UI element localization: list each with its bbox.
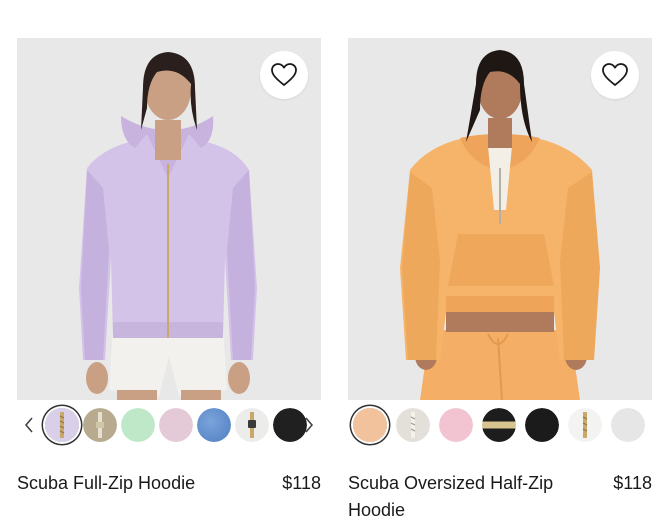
swatch-fill <box>525 408 559 442</box>
wishlist-button[interactable] <box>591 51 639 99</box>
swatch-sand-zip[interactable] <box>83 408 117 442</box>
color-swatch-carousel <box>17 406 321 446</box>
swatch-bone-zip[interactable] <box>396 408 430 442</box>
swatch-prev-button[interactable] <box>21 412 37 438</box>
swatch-white-zip[interactable] <box>235 408 269 442</box>
swatch-fill <box>121 408 155 442</box>
zipper-pattern-icon <box>410 412 416 438</box>
swatch-fill <box>482 408 516 442</box>
swatch-white-zip[interactable] <box>568 408 602 442</box>
swatch-black[interactable] <box>525 408 559 442</box>
product-title[interactable]: Scuba Full-Zip Hoodie <box>17 470 257 497</box>
zipper-pattern-icon <box>248 412 256 438</box>
swatch-fill <box>159 408 193 442</box>
product-title[interactable]: Scuba Oversized Half-Zip Hoodie <box>348 470 588 524</box>
zipper-pattern-icon <box>582 412 588 438</box>
zipper-pattern-icon <box>59 412 65 438</box>
swatch-black-gold[interactable] <box>482 408 516 442</box>
product-image[interactable] <box>348 38 652 400</box>
swatch-pink[interactable] <box>159 408 193 442</box>
swatch-fill <box>611 408 645 442</box>
swatch-fill <box>353 408 387 442</box>
swatch-fill <box>197 408 231 442</box>
heart-outline-icon <box>271 63 297 86</box>
swatch-mint[interactable] <box>121 408 155 442</box>
swatch-lavender-zip[interactable] <box>45 408 79 442</box>
product-price: $118 <box>613 473 652 493</box>
swatch-heathered-blue[interactable] <box>197 408 231 442</box>
swatch-next-button[interactable] <box>301 412 317 438</box>
product-price: $118 <box>282 473 321 493</box>
product-card-half-zip[interactable]: Scuba Oversized Half-Zip Hoodie $118 <box>348 38 652 520</box>
heart-outline-icon <box>602 63 628 86</box>
chevron-right-icon <box>305 417 314 433</box>
zipper-pattern-icon <box>96 412 104 438</box>
color-swatch-carousel <box>348 406 652 446</box>
swatch-light-grey[interactable] <box>611 408 645 442</box>
swatch-pink[interactable] <box>439 408 473 442</box>
wishlist-button[interactable] <box>260 51 308 99</box>
product-image[interactable] <box>17 38 321 400</box>
product-card-full-zip[interactable]: Scuba Full-Zip Hoodie $118 <box>17 38 321 493</box>
swatch-fill <box>439 408 473 442</box>
swatch-peach[interactable] <box>353 408 387 442</box>
chevron-left-icon <box>24 417 33 433</box>
